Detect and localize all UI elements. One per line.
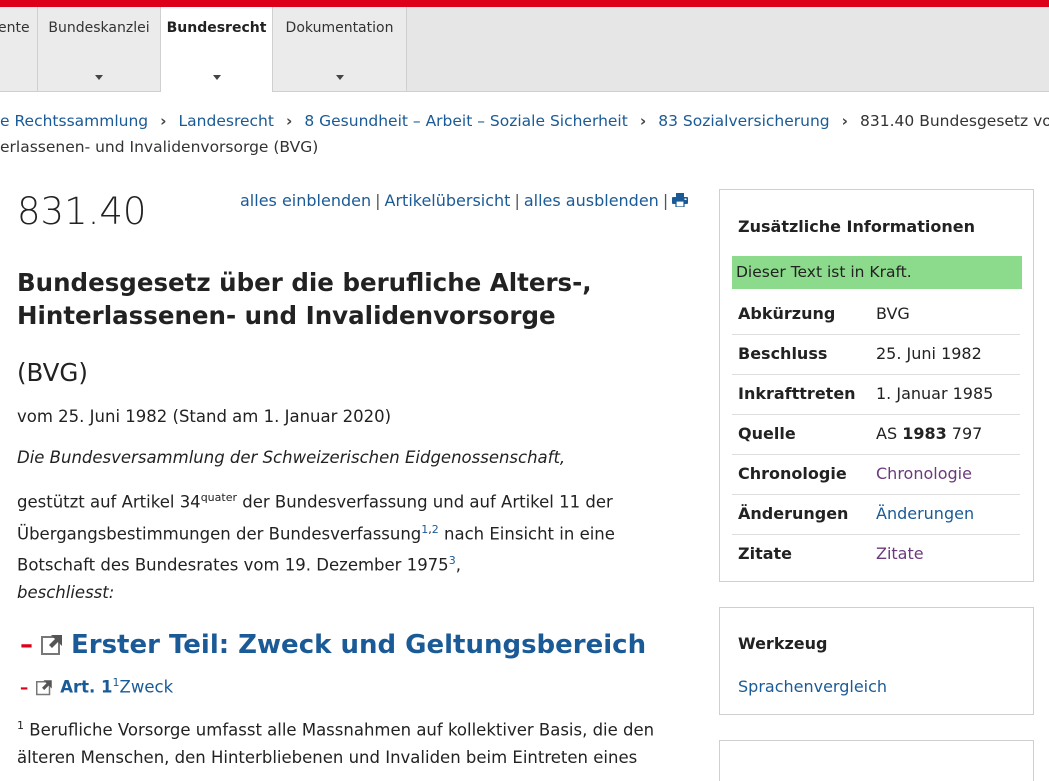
text: nach Einsicht in eine	[438, 524, 615, 543]
collapse-icon[interactable]: –	[20, 630, 33, 660]
info-row-chronology: Chronologie Chronologie	[732, 455, 1020, 495]
footnote-link-3[interactable]: 3	[449, 554, 456, 567]
separator: |	[375, 191, 381, 210]
row-key: Abkürzung	[738, 304, 836, 323]
row-value: 1. Januar 1985	[876, 384, 994, 403]
article-paragraph: 1 Berufliche Vorsorge umfasst alle Massn…	[17, 712, 697, 771]
collapse-icon[interactable]: –	[20, 678, 28, 697]
text: 1983	[902, 424, 947, 443]
article-overview-link[interactable]: Artikelübersicht	[385, 191, 511, 210]
paragraph-number: 1	[17, 719, 24, 732]
law-abbreviation: (BVG)	[17, 358, 88, 387]
next-panel	[719, 740, 1034, 781]
section-heading[interactable]: – Erster Teil: Zweck und Geltungsbereich	[20, 630, 646, 663]
breadcrumb: e Rechtssammlung › Landesrecht › 8 Gesundhei…	[0, 108, 1049, 160]
text: gestützt auf Artikel 34	[17, 492, 201, 512]
text: ,	[455, 555, 461, 575]
external-link-icon[interactable]	[36, 678, 54, 700]
info-row-citations: Zitate Zitate	[732, 535, 1020, 574]
breadcrumb-item-rechtssammlung[interactable]: e Rechtssammlung	[0, 112, 148, 130]
panel-title: Zusätzliche Informationen	[738, 217, 975, 236]
page-title: Bundesgesetz über die berufliche Alters-…	[17, 266, 697, 332]
document-tools: alles einblenden | Artikelübersicht | alles …	[240, 191, 689, 210]
show-all-link[interactable]: alles einblenden	[240, 191, 371, 210]
tab-previous[interactable]: ente	[0, 7, 38, 91]
article-footnote[interactable]: 1	[113, 676, 120, 689]
row-key: Zitate	[738, 544, 793, 563]
chevron-down-icon	[95, 75, 103, 80]
citations-link[interactable]: Zitate	[876, 544, 924, 563]
article-name: Zweck	[119, 677, 174, 697]
row-key: Inkrafttreten	[738, 384, 856, 403]
text: 797	[946, 424, 983, 443]
tab-label: Bundeskanzlei	[48, 20, 150, 36]
superscript: quater	[200, 491, 237, 504]
info-row-changes: Änderungen Änderungen	[732, 495, 1020, 535]
breadcrumb-chevron-icon: ›	[160, 112, 167, 130]
tab-label: Bundesrecht	[166, 20, 267, 36]
row-value: BVG	[876, 304, 910, 323]
info-row-source: Quelle AS 1983 797	[732, 415, 1020, 455]
breadcrumb-chevron-icon: ›	[841, 112, 849, 130]
page-title-line: Bundesgesetz über die berufliche Alters-…	[17, 268, 592, 297]
text: der Bundesverfassung und auf Artikel 11 …	[237, 492, 613, 512]
top-red-bar	[0, 0, 1049, 7]
text: Berufliche Vorsorge umfasst alle Massnah…	[24, 720, 655, 740]
tab-bundeskanzlei[interactable]: Bundeskanzlei	[38, 7, 161, 91]
tools-panel: Werkzeug Sprachenvergleich	[719, 607, 1034, 715]
row-value: 25. Juni 1982	[876, 344, 982, 363]
text: älteren Menschen, den Hinterbliebenen un…	[17, 747, 638, 767]
additional-info-panel: Zusätzliche Informationen Dieser Text is…	[719, 189, 1034, 582]
text: AS	[876, 424, 903, 443]
main-navigation: ente Bundeskanzlei Bundesrecht Dokumenta…	[0, 7, 1049, 92]
decision-formula: beschliesst:	[17, 583, 115, 602]
chevron-down-icon	[212, 75, 221, 80]
row-key: Änderungen	[738, 504, 849, 523]
breadcrumb-item-sozialversicherung[interactable]: 83 Sozialversicherung	[658, 112, 829, 130]
preamble: Die Bundesversammlung der Schweizerische…	[17, 448, 566, 467]
legal-basis: gestützt auf Artikel 34quater der Bundes…	[17, 484, 697, 579]
footnote-link-2[interactable]: 2	[432, 523, 439, 536]
row-key: Beschluss	[738, 344, 828, 363]
external-link-icon[interactable]	[41, 632, 65, 663]
text: Botschaft des Bundesrates vom 19. Dezemb…	[17, 555, 449, 575]
section-title: Erster Teil: Zweck und Geltungsbereich	[71, 630, 647, 660]
breadcrumb-current: 831.40 Bundesgesetz vom	[860, 112, 1049, 130]
article-heading[interactable]: – Art. 11Zweck	[20, 676, 173, 700]
hide-all-link[interactable]: alles ausblenden	[524, 191, 659, 210]
tab-bundesrecht[interactable]: Bundesrecht	[161, 7, 273, 92]
separator: |	[514, 191, 520, 210]
document-number: 831.40	[17, 190, 147, 233]
tab-label: ente	[0, 20, 30, 36]
breadcrumb-item-landesrecht[interactable]: Landesrecht	[179, 112, 274, 130]
language-comparison-link[interactable]: Sprachenvergleich	[738, 677, 887, 696]
breadcrumb-chevron-icon: ›	[639, 112, 647, 130]
separator: |	[662, 191, 669, 210]
row-key: Quelle	[738, 424, 796, 443]
info-row-in-force: Inkrafttreten 1. Januar 1985	[732, 375, 1020, 415]
info-table: Abkürzung BVG Beschluss 25. Juni 1982 Inkr…	[732, 295, 1020, 574]
article-number: Art. 1	[60, 677, 113, 697]
info-row-decision: Beschluss 25. Juni 1982	[732, 335, 1020, 375]
page-title-line: Hinterlassenen- und Invalidenvorsorge	[17, 301, 556, 330]
printer-icon[interactable]	[672, 192, 689, 208]
row-key: Chronologie	[738, 464, 847, 483]
chevron-down-icon	[335, 75, 344, 80]
breadcrumb-current-cont: erlassenen- und Invalidenvorsorge (BVG)	[0, 138, 319, 156]
info-row-abbreviation: Abkürzung BVG	[732, 295, 1020, 335]
enactment-date: vom 25. Juni 1982 (Stand am 1. Januar 20…	[17, 407, 392, 426]
text: Übergangsbestimmungen der Bundesverfassu…	[17, 524, 422, 543]
panel-title: Werkzeug	[738, 634, 828, 653]
breadcrumb-chevron-icon: ›	[285, 112, 293, 130]
tab-label: Dokumentation	[285, 20, 394, 36]
changes-link[interactable]: Änderungen	[876, 504, 974, 523]
tab-dokumentation[interactable]: Dokumentation	[273, 7, 407, 91]
row-value: AS 1983 797	[876, 424, 982, 443]
status-badge: Dieser Text ist in Kraft.	[732, 256, 1022, 289]
breadcrumb-item-gesundheit[interactable]: 8 Gesundheit – Arbeit – Soziale Sicherhe…	[304, 112, 628, 130]
chronology-link[interactable]: Chronologie	[876, 464, 972, 483]
